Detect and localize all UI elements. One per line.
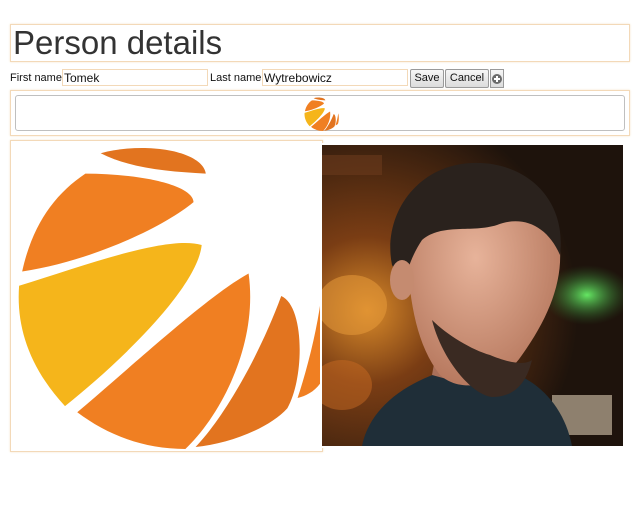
last-name-field[interactable] xyxy=(262,69,408,86)
person-photo xyxy=(322,145,623,446)
title-panel: Person details xyxy=(10,24,630,62)
photo-panel xyxy=(320,143,625,448)
page-title: Person details xyxy=(13,24,223,61)
thumbnail-box[interactable] xyxy=(15,95,625,131)
last-name-label: Last name: xyxy=(210,72,265,84)
first-name-field[interactable] xyxy=(62,69,208,86)
person-form: First name: Last name: Save Cancel xyxy=(10,69,510,88)
add-button[interactable] xyxy=(490,69,504,88)
thumbnail-panel xyxy=(10,90,630,136)
logo-thumbnail-icon xyxy=(304,97,339,131)
first-name-label: First name: xyxy=(10,72,66,84)
orange-sphere-logo-icon xyxy=(18,147,321,449)
logo-panel xyxy=(10,140,323,452)
save-button[interactable]: Save xyxy=(410,69,444,88)
plus-circle-icon xyxy=(492,74,502,84)
cancel-button[interactable]: Cancel xyxy=(445,69,489,88)
